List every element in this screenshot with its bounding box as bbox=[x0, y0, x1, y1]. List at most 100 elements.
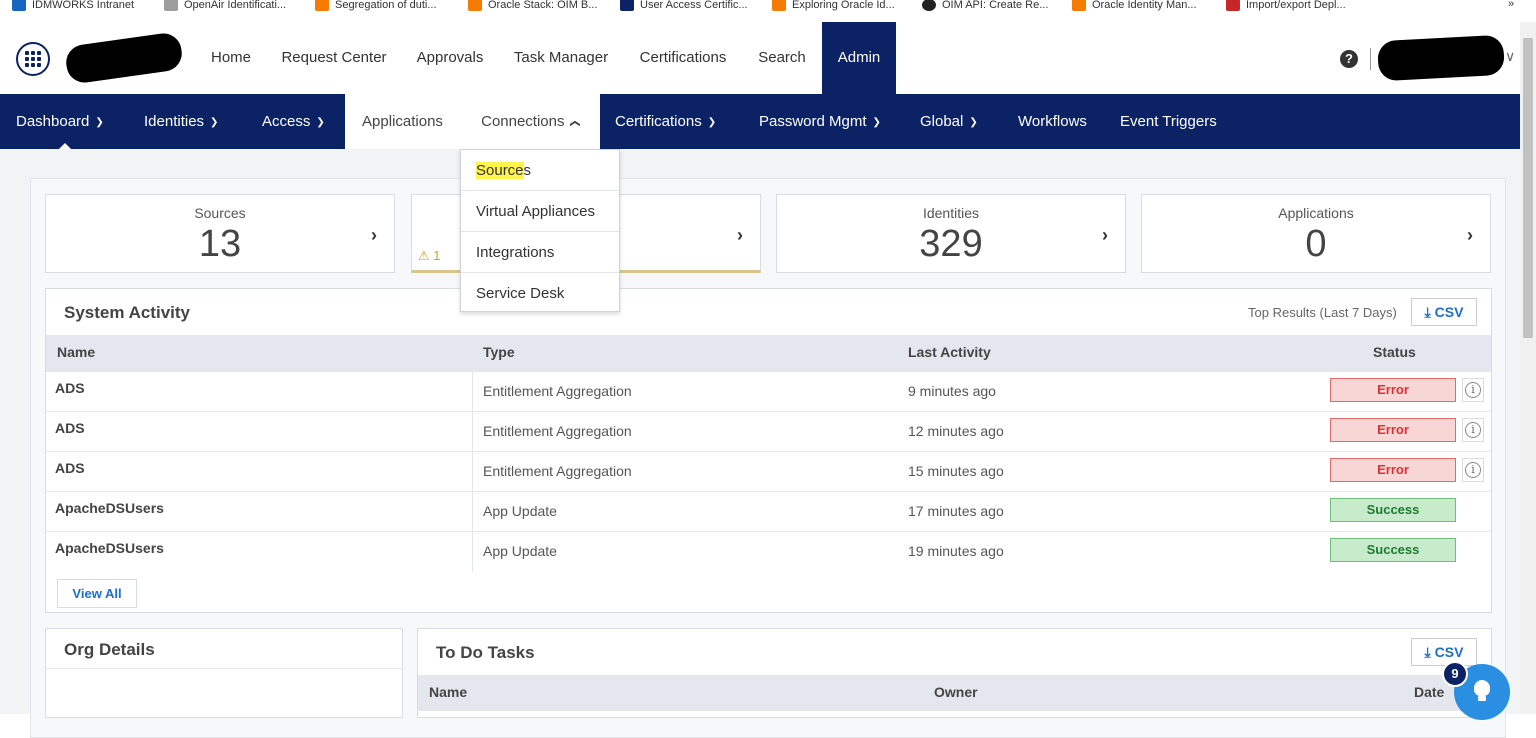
bookmark-item[interactable]: Oracle Stack: OIM B... bbox=[468, 0, 597, 11]
nav-admin[interactable]: Admin bbox=[822, 22, 896, 94]
todo-tasks-panel: To Do Tasks ⤓ CSV Name Owner Date bbox=[417, 628, 1492, 718]
top-header: Home Request Center Approvals Task Manag… bbox=[0, 22, 1520, 94]
notification-count-badge: 9 bbox=[1442, 661, 1468, 687]
bookmark-item[interactable]: OpenAir Identificati... bbox=[164, 0, 286, 11]
card-sources[interactable]: Sources 13 › bbox=[45, 194, 395, 273]
nav-search[interactable]: Search bbox=[748, 22, 816, 94]
column-header-owner[interactable]: Owner bbox=[934, 684, 978, 700]
redacted-username bbox=[1377, 34, 1505, 82]
chevron-down-icon: ❯ bbox=[707, 117, 717, 128]
card-value: 329 bbox=[919, 223, 983, 265]
menu-item-service-desk[interactable]: Service Desk bbox=[461, 273, 619, 314]
bookmarks-overflow[interactable]: » bbox=[1508, 0, 1514, 10]
bookmark-item[interactable]: User Access Certific... bbox=[620, 0, 748, 11]
nav-home[interactable]: Home bbox=[198, 22, 264, 94]
subnav-password-mgmt[interactable]: Password Mgmt ❯ bbox=[759, 94, 881, 149]
bookmark-item[interactable]: Import/export Depl... bbox=[1226, 0, 1346, 11]
menu-item-sources[interactable]: Sources bbox=[461, 150, 619, 191]
subnav-certifications[interactable]: Certifications ❯ bbox=[615, 94, 716, 149]
table-row[interactable]: ADS Entitlement Aggregation 15 minutes a… bbox=[46, 451, 1491, 492]
subnav-workflows[interactable]: Workflows bbox=[1018, 94, 1087, 149]
column-header-name[interactable]: Name bbox=[429, 684, 467, 700]
redacted-logo bbox=[63, 31, 185, 85]
bookmark-icon bbox=[1226, 0, 1240, 11]
status-badge: Error bbox=[1330, 458, 1456, 482]
menu-item-virtual-appliances[interactable]: Virtual Appliances bbox=[461, 191, 619, 232]
org-details-title: Org Details bbox=[64, 640, 155, 659]
view-all-button[interactable]: View All bbox=[57, 579, 137, 608]
chevron-down-icon: ❯ bbox=[210, 117, 219, 128]
subnav-connections[interactable]: Connections ❯ bbox=[460, 94, 600, 149]
nav-task-manager[interactable]: Task Manager bbox=[505, 22, 617, 94]
status-badge: Error bbox=[1330, 418, 1456, 442]
info-icon: i bbox=[1465, 462, 1481, 478]
app-launcher-icon[interactable] bbox=[16, 42, 50, 76]
menu-item-integrations[interactable]: Integrations bbox=[461, 232, 619, 273]
subnav-event-triggers[interactable]: Event Triggers bbox=[1120, 94, 1217, 149]
admin-subnav: Dashboard ❯ Identities ❯ Access ❯ Applicati… bbox=[0, 94, 1520, 149]
chevron-up-icon: ❯ bbox=[569, 119, 581, 128]
column-header-date[interactable]: Date bbox=[1414, 684, 1444, 700]
warning-icon: ⚠ bbox=[418, 248, 430, 263]
card-identities[interactable]: Identities 329 › bbox=[776, 194, 1126, 273]
table-row[interactable]: ADS Entitlement Aggregation 9 minutes ag… bbox=[46, 371, 1491, 412]
csv-export-button[interactable]: ⤓ CSV bbox=[1411, 298, 1477, 326]
column-header-name[interactable]: Name bbox=[57, 344, 95, 360]
user-menu-chevron-icon[interactable]: ∨ bbox=[1505, 48, 1515, 65]
system-activity-title: System Activity bbox=[64, 303, 190, 322]
bookmark-item[interactable]: IDMWORKS Intranet bbox=[12, 0, 134, 11]
bookmark-item[interactable]: Oracle Identity Man... bbox=[1072, 0, 1197, 11]
column-header-status[interactable]: Status bbox=[1373, 344, 1416, 360]
scrollbar-thumb[interactable] bbox=[1523, 38, 1533, 338]
bookmark-icon bbox=[12, 0, 26, 11]
card-label: Applications bbox=[1278, 205, 1354, 221]
subnav-access[interactable]: Access ❯ bbox=[262, 94, 325, 149]
blogger-icon bbox=[468, 0, 482, 11]
bookmark-item[interactable]: Exploring Oracle Id... bbox=[772, 0, 895, 11]
lightbulb-icon bbox=[1474, 680, 1490, 696]
warning-badge: ⚠ 1 bbox=[418, 248, 441, 263]
chevron-down-icon: ❯ bbox=[872, 117, 881, 128]
subnav-global[interactable]: Global ❯ bbox=[920, 94, 978, 149]
csv-export-button[interactable]: ⤓ CSV bbox=[1411, 638, 1477, 666]
cloud-icon bbox=[164, 0, 178, 11]
chevron-down-icon: ❯ bbox=[969, 117, 978, 128]
chevron-down-icon: ❯ bbox=[95, 117, 104, 128]
bookmark-item[interactable]: OIM API: Create Re... bbox=[922, 0, 1048, 11]
table-row[interactable]: ApacheDSUsers App Update 17 minutes ago … bbox=[46, 491, 1491, 532]
github-icon bbox=[922, 0, 936, 11]
nav-approvals[interactable]: Approvals bbox=[404, 22, 496, 94]
column-header-type[interactable]: Type bbox=[483, 344, 515, 360]
chevron-right-icon: › bbox=[1102, 225, 1108, 245]
card-value: 13 bbox=[198, 223, 242, 265]
table-header: Name Type Last Activity Status bbox=[46, 335, 1491, 371]
table-row[interactable]: ApacheDSUsers App Update 19 minutes ago … bbox=[46, 531, 1491, 572]
blogger-icon bbox=[1072, 0, 1086, 11]
help-icon[interactable]: ? bbox=[1340, 50, 1358, 68]
info-button[interactable]: i bbox=[1462, 418, 1484, 442]
connections-dropdown-menu: Sources Virtual Appliances Integrations … bbox=[460, 149, 620, 312]
nav-certifications[interactable]: Certifications bbox=[626, 22, 740, 94]
page-scrollbar[interactable] bbox=[1520, 22, 1536, 714]
card-applications[interactable]: Applications 0 › bbox=[1141, 194, 1491, 273]
nav-request-center[interactable]: Request Center bbox=[272, 22, 396, 94]
status-badge: Success bbox=[1330, 538, 1456, 562]
info-button[interactable]: i bbox=[1462, 378, 1484, 402]
info-button[interactable]: i bbox=[1462, 458, 1484, 482]
table-row[interactable]: ADS Entitlement Aggregation 12 minutes a… bbox=[46, 411, 1491, 452]
chevron-down-icon: ❯ bbox=[316, 117, 325, 128]
bookmarks-bar: IDMWORKS Intranet OpenAir Identificati..… bbox=[0, 0, 1536, 14]
todo-tasks-title: To Do Tasks bbox=[436, 643, 535, 662]
subnav-identities[interactable]: Identities ❯ bbox=[144, 94, 218, 149]
top-results-label: Top Results (Last 7 Days) bbox=[1248, 305, 1397, 320]
status-badge: Success bbox=[1330, 498, 1456, 522]
download-icon: ⤓ bbox=[1424, 644, 1431, 660]
column-header-last-activity[interactable]: Last Activity bbox=[908, 344, 991, 360]
subnav-applications[interactable]: Applications bbox=[345, 94, 460, 149]
card-value: 0 bbox=[1305, 223, 1327, 265]
system-activity-panel: System Activity Top Results (Last 7 Days… bbox=[45, 288, 1492, 613]
subnav-dashboard[interactable]: Dashboard ❯ bbox=[16, 94, 104, 149]
chevron-right-icon: › bbox=[1467, 225, 1473, 245]
bookmark-item[interactable]: Segregation of duti... bbox=[315, 0, 437, 11]
card-label: Identities bbox=[922, 205, 980, 221]
